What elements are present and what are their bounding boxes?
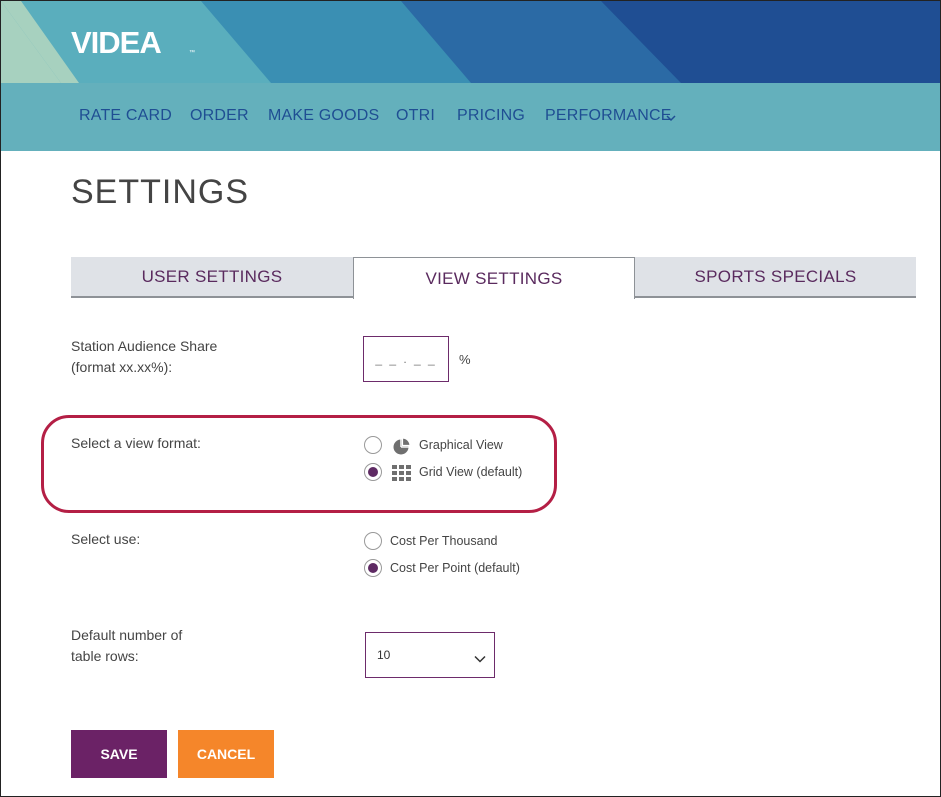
table-rows-label-line1: Default number of bbox=[71, 627, 183, 643]
tab-view-settings[interactable]: VIEW SETTINGS bbox=[353, 257, 635, 299]
tab-user-settings[interactable]: USER SETTINGS bbox=[71, 257, 353, 298]
view-format-highlight bbox=[41, 415, 557, 513]
nav-make-goods[interactable]: MAKE GOODS bbox=[268, 107, 379, 125]
graphical-view-radio[interactable] bbox=[364, 436, 382, 454]
page-title: SETTINGS bbox=[71, 173, 250, 211]
nav-otri[interactable]: OTRI bbox=[396, 107, 435, 125]
grid-icon bbox=[392, 465, 412, 486]
cost-per-point-label[interactable]: Cost Per Point (default) bbox=[390, 561, 520, 575]
percent-unit: % bbox=[459, 352, 471, 367]
cancel-button[interactable]: CANCEL bbox=[178, 730, 274, 778]
nav-rate-card[interactable]: RATE CARD bbox=[79, 107, 172, 125]
app-window: VIDEA ™ RATE CARD ORDER MAKE GOODS OTRI … bbox=[0, 0, 941, 797]
main-nav: RATE CARD ORDER MAKE GOODS OTRI PRICING … bbox=[1, 83, 940, 151]
audience-share-input[interactable] bbox=[363, 336, 449, 382]
cost-per-thousand-label[interactable]: Cost Per Thousand bbox=[390, 534, 497, 548]
grid-view-label[interactable]: Grid View (default) bbox=[419, 465, 522, 479]
header-banner: VIDEA ™ bbox=[1, 1, 940, 83]
audience-share-label-line1: Station Audience Share bbox=[71, 338, 218, 354]
nav-order[interactable]: ORDER bbox=[190, 107, 249, 125]
table-rows-label-line2: table rows: bbox=[71, 648, 139, 664]
logo-text: VIDEA bbox=[71, 27, 161, 55]
cost-per-point-radio[interactable] bbox=[364, 559, 382, 577]
grid-view-radio[interactable] bbox=[364, 463, 382, 481]
table-rows-label: Default number of table rows: bbox=[71, 625, 182, 667]
graphical-view-label[interactable]: Graphical View bbox=[419, 438, 503, 452]
table-rows-value: 10 bbox=[377, 648, 391, 662]
select-use-label: Select use: bbox=[71, 531, 141, 547]
videa-logo-mark: VIDEA ™ bbox=[71, 27, 195, 55]
save-button[interactable]: SAVE bbox=[71, 730, 167, 778]
audience-share-label: Station Audience Share (format xx.xx%): bbox=[71, 336, 217, 378]
trademark: ™ bbox=[189, 49, 195, 55]
chevron-down-icon bbox=[474, 650, 486, 668]
pie-chart-icon bbox=[392, 437, 411, 460]
cost-per-thousand-radio[interactable] bbox=[364, 532, 382, 550]
view-format-label: Select a view format: bbox=[71, 435, 201, 451]
table-rows-select[interactable]: 10 bbox=[365, 632, 495, 678]
chevron-down-icon[interactable] bbox=[666, 109, 676, 127]
nav-performance[interactable]: PERFORMANCE bbox=[545, 107, 672, 125]
nav-pricing[interactable]: PRICING bbox=[457, 107, 525, 125]
audience-share-label-line2: (format xx.xx%): bbox=[71, 359, 173, 375]
tab-sports-specials[interactable]: SPORTS SPECIALS bbox=[635, 257, 916, 298]
